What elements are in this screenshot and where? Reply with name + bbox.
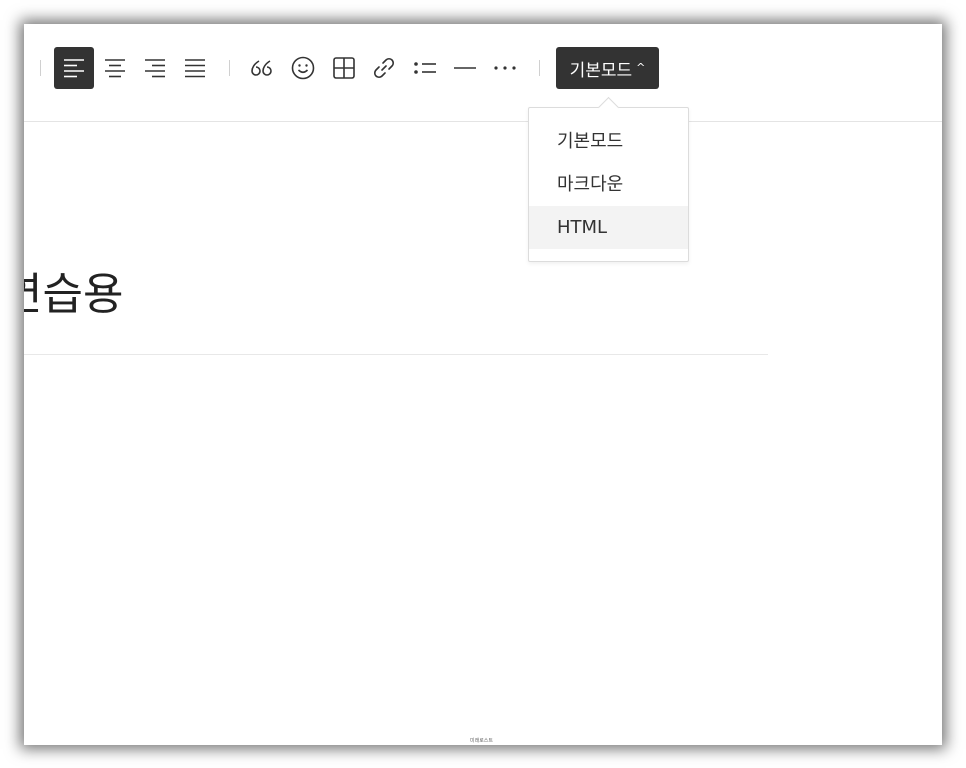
toolbar-separator — [539, 60, 540, 76]
align-center-icon — [105, 59, 125, 78]
toolbar-separator — [229, 60, 230, 76]
align-left-button[interactable] — [54, 47, 94, 89]
link-icon — [373, 57, 395, 79]
align-center-button[interactable] — [95, 47, 135, 89]
menu-item-markdown[interactable]: 마크다운 — [529, 163, 688, 206]
quote-icon — [251, 60, 272, 76]
divider-button[interactable] — [445, 47, 485, 89]
align-left-icon — [64, 59, 84, 78]
align-justify-icon — [185, 59, 205, 78]
more-dots-icon — [494, 66, 516, 70]
smiley-icon — [291, 56, 315, 80]
title-divider — [24, 354, 768, 355]
list-button[interactable] — [405, 47, 445, 89]
editor-window: 기본모드 ^ 기본모드 마크다운 HTML 연습용 미래로스트 — [24, 24, 942, 745]
table-icon — [333, 57, 355, 79]
horizontal-rule-icon — [454, 67, 476, 69]
align-justify-button[interactable] — [175, 47, 215, 89]
quote-button[interactable] — [242, 47, 282, 89]
menu-item-basic-mode[interactable]: 기본모드 — [529, 120, 688, 163]
post-title[interactable]: 연습용 — [24, 258, 123, 322]
emoticon-button[interactable] — [283, 47, 323, 89]
editor-mode-button[interactable]: 기본모드 ^ — [556, 47, 659, 89]
align-right-button[interactable] — [135, 47, 175, 89]
toolbar-separator — [40, 60, 41, 76]
watermark: 미래로스트 — [470, 738, 494, 744]
table-button[interactable] — [324, 47, 364, 89]
more-button[interactable] — [485, 47, 525, 89]
link-button[interactable] — [364, 47, 404, 89]
bullet-list-icon — [414, 62, 436, 74]
align-right-icon — [145, 59, 165, 78]
menu-item-html[interactable]: HTML — [529, 206, 688, 249]
caret-up-icon: ^ — [636, 60, 646, 74]
editor-mode-label: 기본모드 — [569, 60, 633, 81]
editor-mode-menu: 기본모드 마크다운 HTML — [528, 107, 689, 262]
editor-toolbar: 기본모드 ^ — [24, 24, 942, 122]
